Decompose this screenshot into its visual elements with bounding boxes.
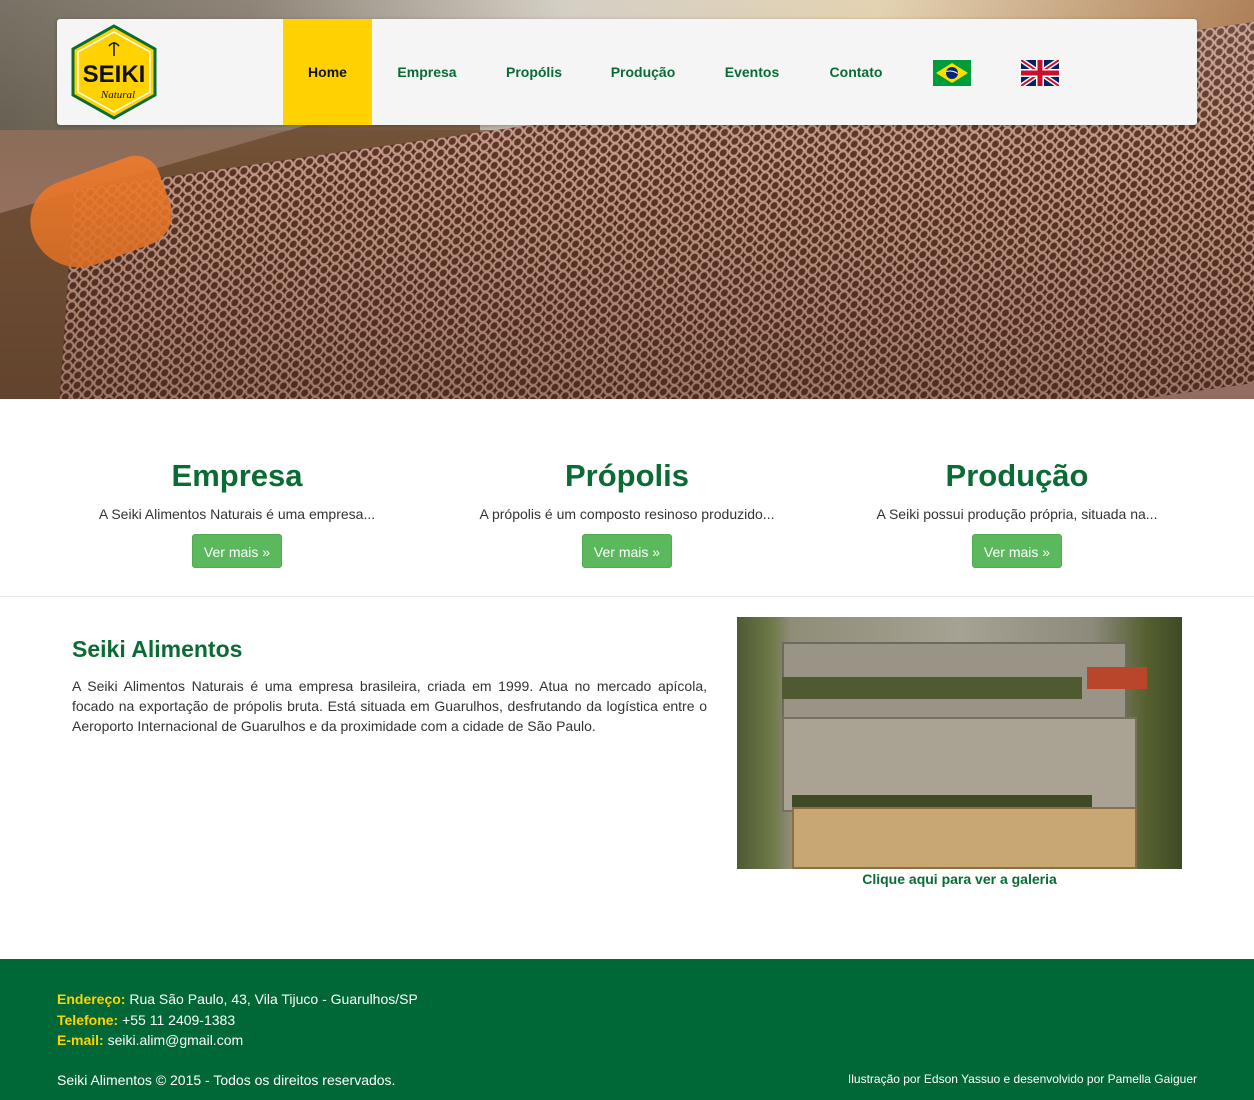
phone-label: Telefone: (57, 1012, 119, 1028)
copyright: Seiki Alimentos © 2015 - Todos os direit… (57, 1072, 396, 1088)
credits: Ilustração por Edson Yassuo e desenvolvi… (847, 1072, 1197, 1086)
email-value[interactable]: seiki.alim@gmail.com (108, 1032, 244, 1048)
nav-contato[interactable]: Contato (819, 19, 893, 125)
phone-value: +55 11 2409-1383 (122, 1012, 236, 1028)
feature-title: Produção (945, 458, 1089, 493)
feature-producao: Produção A Seiki possui produção própria… (837, 455, 1197, 568)
about-text: A Seiki Alimentos Naturais é uma empresa… (72, 678, 707, 734)
nav-eventos[interactable]: Eventos (715, 19, 789, 125)
seiki-logo[interactable]: SEIKI Natural (71, 24, 157, 120)
logo-subtext: Natural (100, 89, 135, 101)
email-label: E-mail: (57, 1032, 104, 1048)
ver-mais-button[interactable]: Ver mais » (582, 534, 672, 568)
navbar: SEIKI Natural Home Empresa Propólis Prod… (57, 19, 1197, 125)
footer: Endereço: Rua São Paulo, 43, Vila Tijuco… (0, 959, 1254, 1100)
beehive-photo[interactable] (737, 617, 1182, 869)
address-value: Rua São Paulo, 43, Vila Tijuco - Guarulh… (129, 991, 418, 1007)
feature-title: Própolis (564, 458, 689, 493)
logo-text: SEIKI (83, 61, 146, 88)
footer-address: Endereço: Rua São Paulo, 43, Vila Tijuco… (57, 989, 418, 1009)
about-title: Seiki Alimentos (72, 636, 243, 662)
ver-mais-button[interactable]: Ver mais » (972, 534, 1062, 568)
footer-phone: Telefone: +55 11 2409-1383 (57, 1010, 235, 1030)
footer-email: E-mail: seiki.alim@gmail.com (57, 1030, 243, 1050)
feature-text: A Seiki Alimentos Naturais é uma empresa… (98, 506, 376, 522)
nav-propolis[interactable]: Propólis (497, 19, 571, 125)
nav-producao[interactable]: Produção (600, 19, 686, 125)
ver-mais-button[interactable]: Ver mais » (192, 534, 282, 568)
nav-empresa[interactable]: Empresa (386, 19, 468, 125)
feature-empresa: Empresa A Seiki Alimentos Naturais é uma… (57, 455, 417, 568)
feature-propolis: Própolis A própolis é um composto resino… (447, 455, 807, 568)
feature-title: Empresa (171, 458, 303, 493)
section-divider (0, 596, 1254, 597)
feature-text: A própolis é um composto resinoso produz… (479, 506, 775, 522)
brazil-flag-icon[interactable] (933, 60, 971, 86)
address-label: Endereço: (57, 991, 126, 1007)
nav-home[interactable]: Home (283, 19, 372, 125)
feature-text: A Seiki possui produção própria, situada… (876, 506, 1158, 522)
gallery-link[interactable]: Clique aqui para ver a galeria (737, 871, 1182, 887)
uk-flag-icon[interactable] (1019, 57, 1061, 89)
